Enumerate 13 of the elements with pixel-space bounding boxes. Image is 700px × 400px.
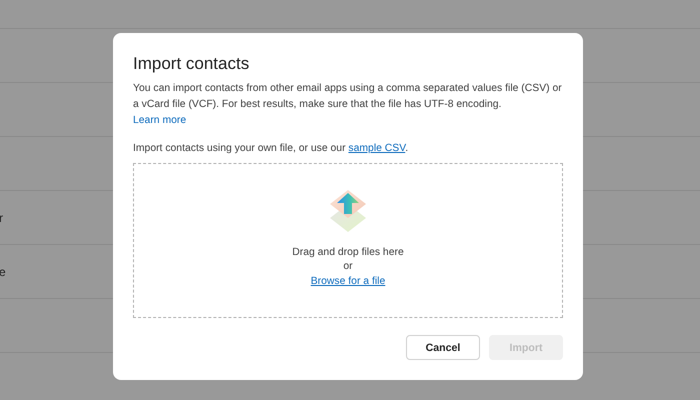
- upload-icon: [328, 188, 368, 234]
- cancel-button[interactable]: Cancel: [406, 335, 480, 360]
- punctuation-text: .: [405, 143, 408, 154]
- description-text: You can import contacts from other email apps using a comma separated values file (CSV) or a vCard file (VCF). For best results, make sure that the file has UTF-8 encoding.: [133, 82, 563, 112]
- drop-zone[interactable]: Drag and drop files here or Browse for a file: [133, 163, 563, 318]
- drop-instruction-text: Drag and drop files here: [292, 246, 404, 260]
- dialog-title: Import contacts: [133, 53, 250, 75]
- browse-link[interactable]: Browse for a file: [310, 274, 386, 290]
- sample-csv-link[interactable]: sample CSV: [348, 143, 406, 154]
- or-text: or: [343, 260, 353, 274]
- prompt-text: Import contacts using your own file, or use our: [133, 143, 347, 154]
- list-text: r: [0, 210, 3, 224]
- learn-more-link[interactable]: Learn more: [133, 113, 186, 129]
